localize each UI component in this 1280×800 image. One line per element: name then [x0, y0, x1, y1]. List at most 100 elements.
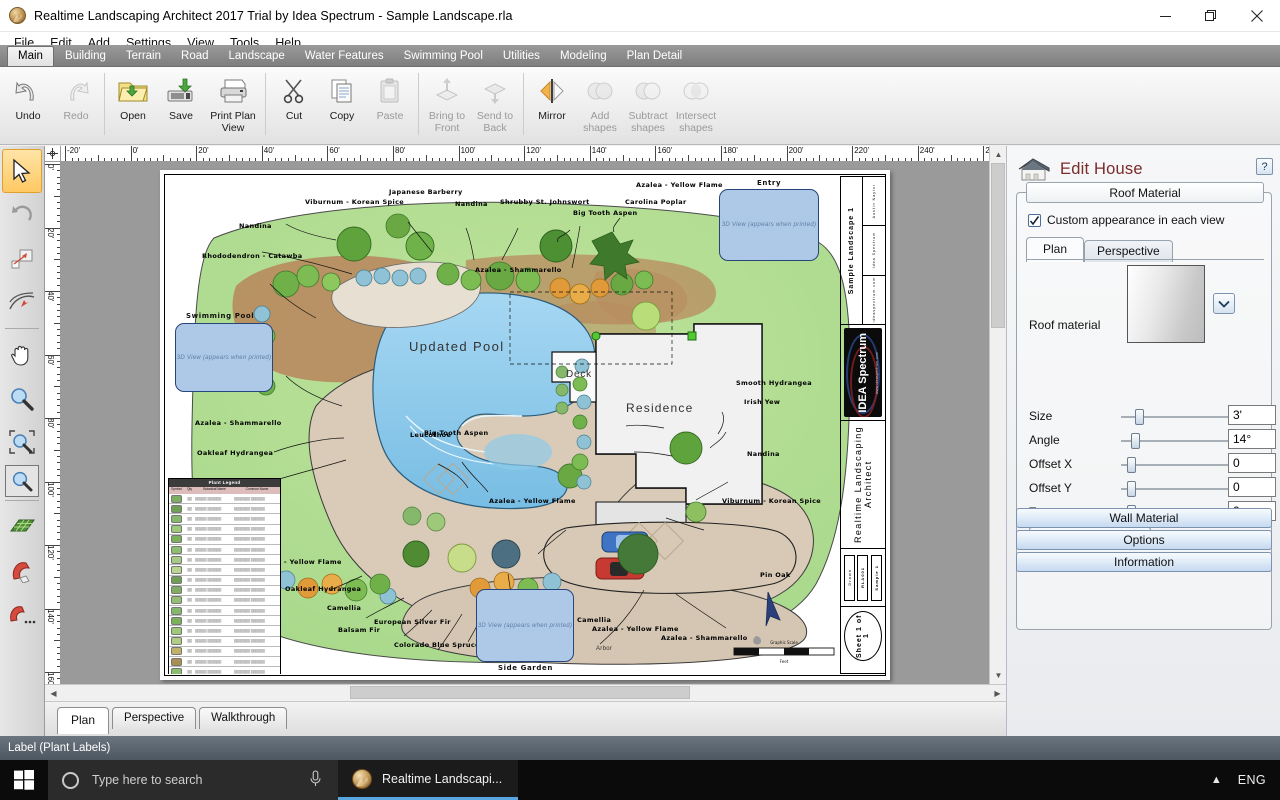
zoom-extents-tool[interactable]	[5, 465, 39, 497]
view3d-entry[interactable]: 3D View (appears when printed)	[719, 189, 819, 261]
taskbar-search[interactable]: Type here to search	[48, 760, 338, 800]
maximize-restore-button[interactable]	[1188, 0, 1234, 32]
horizontal-ruler[interactable]: -20' 0' 20' 40' 60' 80' 100' 120' 140' 160' 180' 20…	[61, 146, 989, 162]
tab-modeling[interactable]: Modeling	[551, 46, 616, 66]
view-tab-walkthrough[interactable]: Walkthrough	[199, 707, 288, 729]
scroll-left-arrow[interactable]: ◀	[45, 685, 62, 702]
tab-utilities[interactable]: Utilities	[494, 46, 549, 66]
tab-water-features[interactable]: Water Features	[296, 46, 393, 66]
cut-button[interactable]: Cut	[270, 67, 318, 141]
tab-plan-detail[interactable]: Plan Detail	[618, 46, 692, 66]
copy-button[interactable]: Copy	[318, 67, 366, 141]
slider-knob-angle[interactable]	[1131, 433, 1140, 449]
plant-symbol-swatch	[171, 637, 182, 646]
ruler-origin-corner[interactable]	[45, 146, 61, 162]
snap-magnet-tool[interactable]	[2, 549, 42, 593]
ruler-tick	[45, 545, 60, 546]
information-button[interactable]: Information	[1016, 552, 1272, 572]
plant-label: Colorado Blue Spruce	[394, 641, 480, 649]
slider-value-offset-y[interactable]: 0	[1228, 477, 1276, 497]
roof-material-swatch[interactable]	[1127, 265, 1205, 343]
send-to-back-button[interactable]: Send to Back	[471, 67, 519, 141]
view-tab-plan[interactable]: Plan	[57, 707, 110, 734]
slider-label-offset-y: Offset Y	[1029, 481, 1072, 495]
wall-material-button[interactable]: Wall Material	[1016, 508, 1272, 528]
horizontal-scroll-thumb[interactable]	[350, 686, 690, 699]
open-button[interactable]: Open	[109, 67, 157, 141]
tab-landscape[interactable]: Landscape	[220, 46, 294, 66]
slider-track-offset-x[interactable]	[1121, 464, 1243, 466]
snap-options-tool[interactable]	[2, 593, 42, 637]
start-button[interactable]	[0, 760, 48, 800]
landscape-plan-drawing[interactable]: Graphic Scale Feet Updated Pool Residenc…	[166, 176, 884, 674]
tab-road[interactable]: Road	[172, 46, 218, 66]
undo-arrow-icon	[13, 73, 43, 109]
scroll-up-arrow[interactable]: ▲	[990, 146, 1007, 163]
tab-building[interactable]: Building	[56, 46, 115, 66]
ruler-tick	[760, 158, 762, 161]
tab-swimming-pool[interactable]: Swimming Pool	[395, 46, 492, 66]
plan-canvas[interactable]: Graphic Scale Feet Updated Pool Residenc…	[61, 162, 989, 684]
vertical-scrollbar[interactable]: ▲ ▼	[989, 146, 1007, 684]
undo-button[interactable]: Undo	[4, 67, 52, 141]
curve-edit-tool[interactable]	[2, 281, 42, 325]
bring-to-front-button[interactable]: Bring to Front	[423, 67, 471, 141]
add-shapes-button[interactable]: Add shapes	[576, 67, 624, 141]
scale-tool[interactable]	[2, 237, 42, 281]
plant-label: Rhododendron - Catawba	[202, 252, 303, 260]
ruler-tick	[353, 158, 355, 161]
horizontal-scrollbar[interactable]: ◀ ▶	[45, 684, 1006, 702]
ruler-tick	[124, 158, 126, 161]
roof-material-dropdown-button[interactable]	[1213, 293, 1235, 314]
scroll-down-arrow[interactable]: ▼	[990, 667, 1007, 684]
roof-material-button[interactable]: Roof Material	[1026, 182, 1264, 203]
slider-value-size[interactable]: 3'	[1228, 405, 1276, 425]
view3d-swimming-pool[interactable]: 3D View (appears when printed)	[175, 323, 273, 392]
taskbar-item-realtime-landscaping[interactable]: Realtime Landscapi...	[338, 760, 519, 800]
print-plan-view-button[interactable]: Print Plan View	[205, 67, 261, 141]
legend-row: ▒▒ ▒▒▒▒▒ ▒▒▒▒▒▒ ▒▒▒▒▒▒▒ ▒▒▒▒▒▒	[169, 576, 280, 586]
rotate-tool[interactable]	[2, 193, 42, 237]
plant-legend-table[interactable]: Plant Legend Symbol Qty Botanical Name C…	[168, 478, 281, 674]
custom-appearance-checkbox-row[interactable]: Custom appearance in each view	[1028, 213, 1224, 227]
select-arrow-tool[interactable]	[2, 149, 42, 193]
view-tab-perspective[interactable]: Perspective	[112, 707, 197, 729]
mirror-button[interactable]: Mirror	[528, 67, 576, 141]
tab-terrain[interactable]: Terrain	[117, 46, 170, 66]
custom-appearance-checkbox[interactable]	[1028, 213, 1041, 227]
slider-track-offset-y[interactable]	[1121, 488, 1243, 490]
options-button[interactable]: Options	[1016, 530, 1272, 550]
ruler-tick	[57, 233, 60, 235]
slider-knob-size[interactable]	[1135, 409, 1144, 425]
paste-button[interactable]: Paste	[366, 67, 414, 141]
help-button[interactable]: ?	[1256, 158, 1273, 175]
slider-knob-offset-x[interactable]	[1127, 457, 1136, 473]
view3d-side-garden[interactable]: 3D View (appears when printed)	[476, 589, 574, 662]
ruler-tick	[57, 176, 60, 178]
ruler-tick	[57, 246, 60, 248]
ruler-tick	[891, 158, 893, 161]
minimize-button[interactable]	[1142, 0, 1188, 32]
vertical-scroll-thumb[interactable]	[991, 163, 1005, 328]
close-button[interactable]	[1234, 0, 1280, 32]
pan-hand-tool[interactable]	[2, 333, 42, 377]
vertical-ruler[interactable]: 0' 20' 40' 60' 80' 100' 120' 140' 160'	[45, 162, 61, 684]
tab-main[interactable]: Main	[7, 46, 54, 66]
language-indicator[interactable]: ENG	[1238, 773, 1266, 787]
zoom-window-tool[interactable]	[2, 421, 42, 465]
legend-common-cell: ▒▒▒▒▒▒▒ ▒▒▒▒▒▒	[234, 527, 265, 532]
save-button[interactable]: Save	[157, 67, 205, 141]
intersect-shapes-button[interactable]: Intersect shapes	[672, 67, 720, 141]
zoom-tool[interactable]	[2, 377, 42, 421]
slider-value-offset-x[interactable]: 0	[1228, 453, 1276, 473]
scroll-right-arrow[interactable]: ▶	[989, 685, 1006, 702]
ruler-tick	[57, 602, 60, 604]
subtract-shapes-button[interactable]: Subtract shapes	[624, 67, 672, 141]
chevron-up-icon[interactable]: ▲	[1211, 774, 1222, 786]
slider-value-angle[interactable]: 14°	[1228, 429, 1276, 449]
slider-knob-offset-y[interactable]	[1127, 481, 1136, 497]
grid-tool[interactable]	[2, 505, 42, 549]
redo-button[interactable]: Redo	[52, 67, 100, 141]
microphone-icon[interactable]	[309, 770, 322, 790]
legend-symbol-cell	[169, 657, 184, 666]
